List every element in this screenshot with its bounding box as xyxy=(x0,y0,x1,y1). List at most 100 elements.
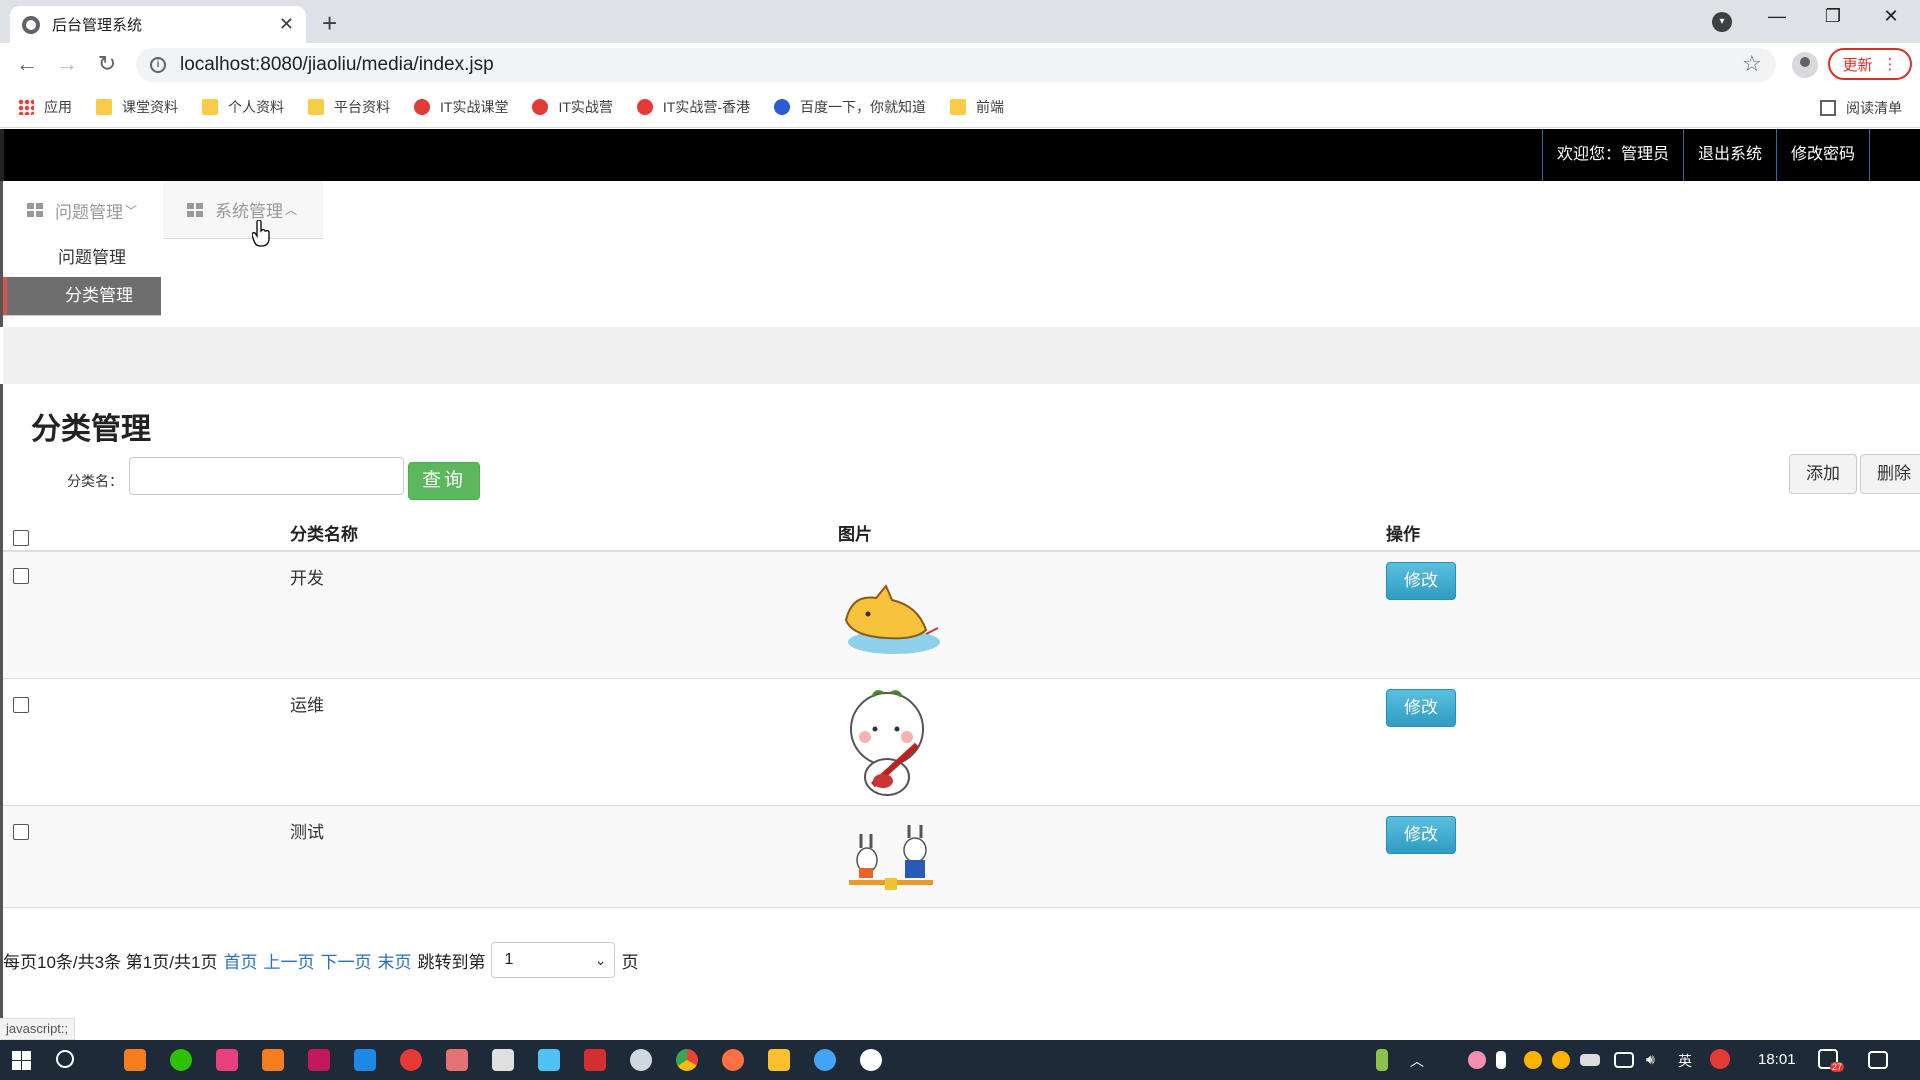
clock[interactable]: 18:01 xyxy=(1758,1051,1796,1068)
address-bar: ← → ↻ i localhost:8080/jiaoliu/media/ind… xyxy=(0,43,1920,87)
bookmark-star-icon[interactable]: ☆ xyxy=(1742,51,1762,77)
app-icon[interactable] xyxy=(446,1049,468,1071)
update-button[interactable]: 更新 ⋮ xyxy=(1828,48,1912,80)
page-select[interactable]: 1 ⌄ xyxy=(491,942,616,978)
sogou-icon[interactable] xyxy=(1710,1049,1730,1069)
folder-icon xyxy=(202,99,218,115)
site-icon xyxy=(414,99,430,115)
forward-icon[interactable]: → xyxy=(52,51,82,77)
reading-list[interactable]: 阅读清单 xyxy=(1820,87,1902,128)
category-image xyxy=(844,584,940,654)
browser-tab[interactable]: 后台管理系统 ✕ xyxy=(10,6,306,43)
netease-music-icon[interactable] xyxy=(400,1049,422,1071)
microphone-icon[interactable] xyxy=(1496,1051,1506,1069)
qq-icon[interactable] xyxy=(1552,1051,1570,1069)
ide-icon[interactable] xyxy=(308,1049,330,1071)
back-icon[interactable]: ← xyxy=(12,51,42,77)
prev-page-link[interactable]: 上一页 xyxy=(263,948,314,973)
action-center-icon[interactable] xyxy=(1868,1051,1888,1069)
edit-button[interactable]: 修改 xyxy=(1386,689,1456,727)
profile-avatar-icon[interactable] xyxy=(1792,52,1818,78)
select-all-checkbox[interactable] xyxy=(13,530,29,546)
bookmark-link[interactable]: IT实战营-香港 xyxy=(636,97,751,117)
edit-button[interactable]: 修改 xyxy=(1386,816,1456,854)
bookmark-label: 个人资料 xyxy=(228,99,284,115)
battery-tray-icon[interactable] xyxy=(1376,1049,1388,1071)
tab-search-icon[interactable]: ▾ xyxy=(1712,12,1732,32)
update-label: 更新 xyxy=(1842,56,1873,74)
chevron-down-icon: ﹀ xyxy=(125,203,138,218)
more-menu-icon: ⋮ xyxy=(1882,56,1898,73)
change-password-link[interactable]: 修改密码 xyxy=(1775,129,1870,181)
firefox-icon[interactable] xyxy=(722,1049,744,1071)
last-page-link[interactable]: 末页 xyxy=(377,948,411,973)
app-icon[interactable] xyxy=(814,1049,836,1071)
app-icon[interactable] xyxy=(354,1049,376,1071)
delete-button[interactable]: 删除 xyxy=(1860,454,1920,494)
first-page-link[interactable]: 首页 xyxy=(223,948,257,973)
category-image xyxy=(850,690,924,796)
bookmark-folder[interactable]: 前端 xyxy=(950,97,1004,117)
bookmark-apps[interactable]: 应用 xyxy=(18,97,72,117)
windows-start-icon[interactable] xyxy=(12,1051,31,1070)
ime-indicator[interactable]: 英 xyxy=(1678,1051,1692,1071)
windows-taskbar: ︿ 🔊︎ 英 18:01 27 xyxy=(0,1040,1920,1080)
chrome-icon[interactable] xyxy=(676,1049,698,1071)
network-icon[interactable] xyxy=(1614,1052,1634,1068)
bookmark-label: IT实战课堂 xyxy=(440,99,509,115)
url-field[interactable]: i localhost:8080/jiaoliu/media/index.jsp xyxy=(136,48,1776,82)
next-page-link[interactable]: 下一页 xyxy=(320,948,371,973)
pagination: 每页10条/共3条 第1页/共1页 首页 上一页 下一页 末页 跳转到第 1 ⌄… xyxy=(3,942,638,978)
app-icon[interactable] xyxy=(538,1049,560,1071)
tray-app-icon[interactable] xyxy=(1468,1051,1486,1069)
file-explorer-icon[interactable] xyxy=(768,1049,790,1071)
app-icon[interactable] xyxy=(216,1049,238,1071)
column-header: 操作 xyxy=(1386,525,1420,544)
search-icon[interactable] xyxy=(56,1050,74,1068)
category-name-input[interactable] xyxy=(129,457,404,495)
bookmarks-bar: 应用 课堂资料 个人资料 平台资料 IT实战课堂 IT实战营 IT实战营-香港 … xyxy=(0,87,1920,128)
header-links: 欢迎您：管理员 退出系统 修改密码 xyxy=(1541,129,1870,181)
reload-icon[interactable]: ↻ xyxy=(92,51,122,77)
pager-summary: 每页10条/共3条 第1页/共1页 xyxy=(3,952,218,972)
chat-icon[interactable] xyxy=(860,1049,882,1071)
row-checkbox[interactable] xyxy=(13,824,29,840)
wps-icon[interactable] xyxy=(584,1049,606,1071)
wechat-icon[interactable] xyxy=(170,1049,192,1071)
restore-icon[interactable]: ❐ xyxy=(1808,6,1858,27)
bookmark-link[interactable]: IT实战课堂 xyxy=(414,97,508,117)
settings-gear-icon[interactable] xyxy=(630,1049,652,1071)
battery-icon[interactable] xyxy=(1580,1054,1600,1066)
new-tab-icon[interactable]: + xyxy=(322,8,337,39)
add-button[interactable]: 添加 xyxy=(1789,454,1857,494)
submenu-item-category[interactable]: 分类管理 xyxy=(3,277,161,315)
show-hidden-icons-icon[interactable]: ︿ xyxy=(1410,1051,1424,1071)
volume-icon[interactable]: 🔊︎ xyxy=(1646,1051,1655,1068)
bookmark-label: IT实战营-香港 xyxy=(662,99,751,115)
bookmark-link[interactable]: 百度一下，你就知道 xyxy=(774,97,926,117)
close-window-icon[interactable]: ✕ xyxy=(1866,6,1916,27)
row-checkbox[interactable] xyxy=(13,568,29,584)
bookmark-folder[interactable]: 课堂资料 xyxy=(96,97,178,117)
app-icon[interactable] xyxy=(262,1049,284,1071)
query-button[interactable]: 查询 xyxy=(408,462,480,500)
site-info-icon[interactable]: i xyxy=(150,57,166,73)
table-row: 运维 修改 xyxy=(3,679,1920,806)
chevron-up-icon: ︿ xyxy=(285,203,298,217)
menu-question-management[interactable]: 问题管理 ﹀ xyxy=(27,181,145,239)
bookmark-link[interactable]: IT实战营 xyxy=(532,97,613,117)
menu-system-management[interactable]: 系统管理 ︿ xyxy=(163,181,323,239)
bookmark-folder[interactable]: 个人资料 xyxy=(202,97,284,117)
edit-button[interactable]: 修改 xyxy=(1386,562,1456,600)
bookmark-folder[interactable]: 平台资料 xyxy=(308,97,390,117)
submenu-item-question[interactable]: 问题管理 xyxy=(3,239,161,277)
table-header: 分类名称 图片 操作 xyxy=(3,514,1920,552)
logout-link[interactable]: 退出系统 xyxy=(1682,129,1776,181)
qq-icon[interactable] xyxy=(1524,1051,1542,1069)
app-icon[interactable] xyxy=(124,1049,146,1071)
row-checkbox[interactable] xyxy=(13,697,29,713)
close-tab-icon[interactable]: ✕ xyxy=(279,14,294,35)
minimize-icon[interactable]: — xyxy=(1752,6,1802,27)
app-icon[interactable] xyxy=(492,1049,514,1071)
bookmark-label: 百度一下，你就知道 xyxy=(800,99,927,115)
